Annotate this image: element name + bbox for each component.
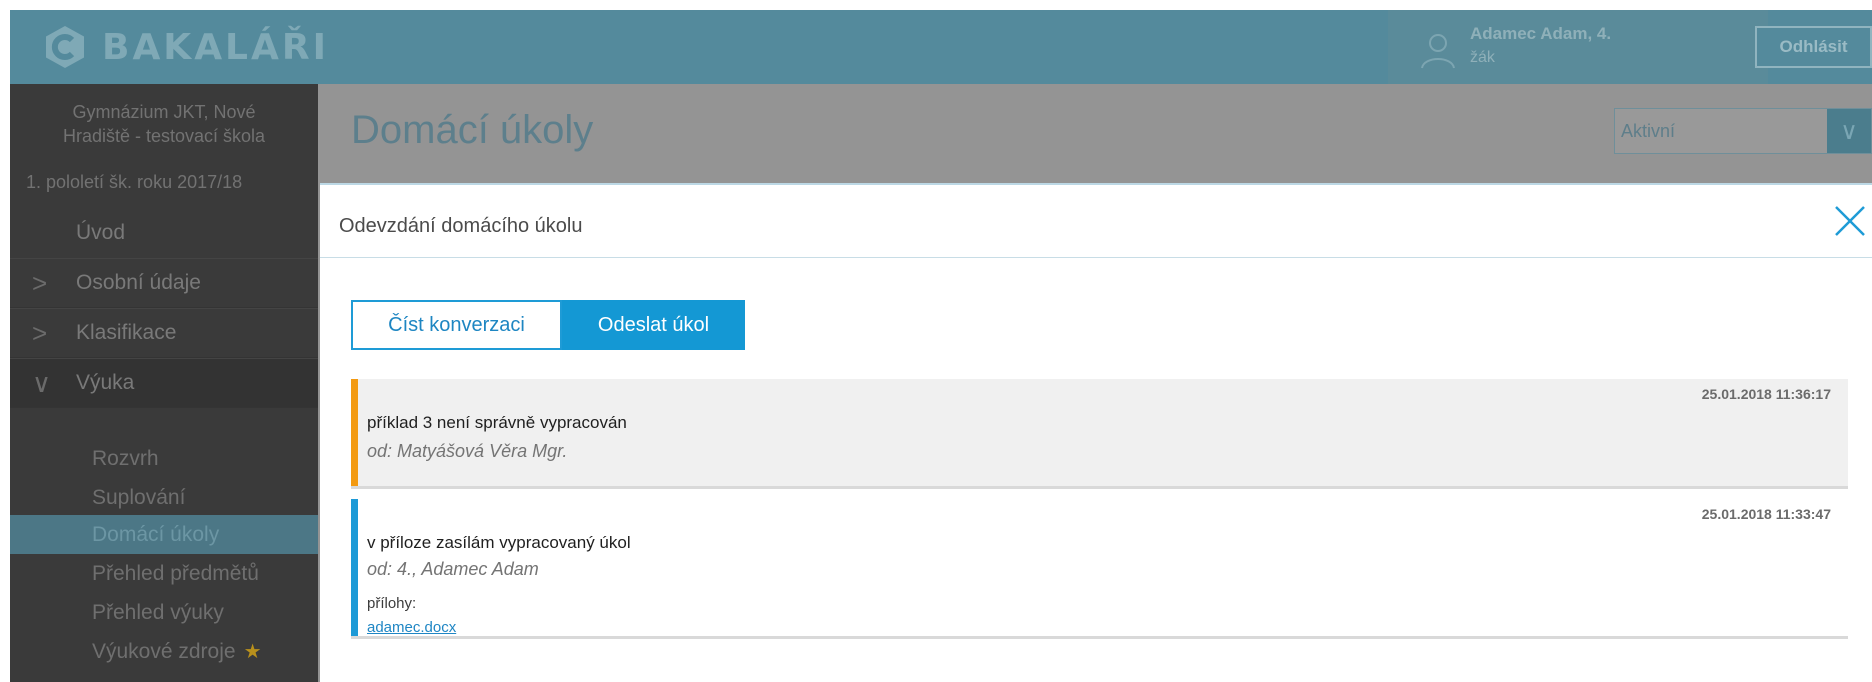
star-icon: ★ bbox=[243, 641, 262, 663]
sidebar-item-label: Výuka bbox=[76, 371, 135, 394]
status-filter-value: Aktivní bbox=[1621, 121, 1676, 141]
sidebar-subitem-domaci-ukoly[interactable]: Domácí úkoly bbox=[10, 515, 318, 554]
message-author: od: 4., Adamec Adam bbox=[367, 559, 539, 579]
message-text: v příloze zasílám vypracovaný úkol bbox=[367, 533, 631, 552]
user-name: Adamec Adam, 4. bbox=[1470, 24, 1612, 43]
sidebar-subitem-rozvrh[interactable]: Rozvrh bbox=[10, 439, 318, 478]
message-accent-bar bbox=[351, 499, 358, 636]
sidebar-subitem-suplovani[interactable]: Suplování bbox=[10, 478, 318, 517]
message-author: od: Matyášová Věra Mgr. bbox=[367, 441, 568, 461]
sidebar-subitem-label: Výukové zdroje ★ bbox=[92, 639, 262, 664]
message-item: 25.01.2018 11:33:47 v příloze zasílám vy… bbox=[351, 499, 1848, 639]
sidebar-subitem-vyukove-zdroje[interactable]: Výukové zdroje ★ bbox=[10, 632, 318, 671]
chevron-right-icon: > bbox=[32, 317, 48, 348]
message-text: příklad 3 není správně vypracován bbox=[367, 413, 627, 432]
school-name-line1: Gymnázium JKT, Nové bbox=[72, 102, 256, 122]
sidebar-item-label: Osobní údaje bbox=[76, 271, 201, 294]
sidebar-item-label: Úvod bbox=[76, 221, 126, 244]
school-name-line2: Hradiště - testovací škola bbox=[62, 126, 266, 146]
sidebar-item-osobni-udaje[interactable]: > Osobní údaje bbox=[10, 258, 318, 308]
user-role: žák bbox=[1470, 49, 1495, 66]
sidebar-subitem-label: Suplování bbox=[92, 485, 186, 509]
logo-text: BAKALÁŘI bbox=[102, 26, 329, 68]
sidebar-item-label: Klasifikace bbox=[76, 321, 177, 344]
sidebar-subitem-text: Výukové zdroje bbox=[92, 640, 236, 663]
semester-label: 1. pololetí šk. roku 2017/18 bbox=[26, 172, 243, 192]
page-title: Domácí úkoly bbox=[351, 108, 594, 152]
sidebar-item-uvod[interactable]: Úvod bbox=[10, 208, 318, 258]
attachment-link[interactable]: adamec.docx bbox=[367, 619, 456, 636]
close-icon[interactable] bbox=[1828, 199, 1872, 243]
submit-homework-dialog: Odevzdání domácího úkolu Číst konverzaci… bbox=[320, 183, 1872, 682]
dialog-title: Odevzdání domácího úkolu bbox=[339, 215, 583, 237]
sidebar-subitem-prehled-predmetu[interactable]: Přehled předmětů bbox=[10, 554, 318, 593]
message-timestamp: 25.01.2018 11:33:47 bbox=[1701, 506, 1831, 522]
app-logo[interactable]: BAKALÁŘI bbox=[42, 24, 329, 70]
message-timestamp: 25.01.2018 11:36:17 bbox=[1701, 386, 1831, 402]
sidebar-subitem-label: Přehled výuky bbox=[92, 600, 224, 624]
sidebar-subitem-prehled-vyuky[interactable]: Přehled výuky bbox=[10, 593, 318, 632]
sidebar-item-klasifikace[interactable]: > Klasifikace bbox=[10, 308, 318, 358]
tab-read-conversation[interactable]: Číst konverzaci bbox=[351, 300, 562, 350]
chevron-down-icon: ∨ bbox=[32, 367, 52, 398]
user-info: Adamec Adam, 4. žák bbox=[1388, 10, 1768, 84]
chevron-down-icon[interactable]: ∨ bbox=[1827, 109, 1871, 153]
sidebar: Gymnázium JKT, Nové Hradiště - testovací… bbox=[10, 84, 318, 682]
tab-send-homework[interactable]: Odeslat úkol bbox=[562, 300, 745, 350]
sidebar-subitem-label: Přehled předmětů bbox=[92, 561, 259, 585]
logout-button[interactable]: Odhlásit bbox=[1755, 26, 1872, 68]
sidebar-subitem-label: Rozvrh bbox=[92, 446, 159, 470]
top-header: BAKALÁŘI Adamec Adam, 4. žák Odhlásit bbox=[10, 10, 1872, 84]
dialog-tabs: Číst konverzaci Odeslat úkol bbox=[351, 300, 745, 350]
attachments-label: přílohy: bbox=[367, 595, 417, 612]
status-filter-select[interactable]: Aktivní ∨ bbox=[1614, 108, 1872, 154]
sidebar-subitem-label: Domácí úkoly bbox=[92, 522, 220, 546]
user-avatar-icon bbox=[1421, 34, 1455, 69]
dialog-header: Odevzdání domácího úkolu bbox=[320, 185, 1872, 258]
message-item: 25.01.2018 11:36:17 příklad 3 není správ… bbox=[351, 379, 1848, 489]
message-accent-bar bbox=[351, 379, 358, 486]
chevron-right-icon: > bbox=[32, 267, 48, 298]
school-name: Gymnázium JKT, Nové Hradiště - testovací… bbox=[10, 100, 318, 148]
bakalari-logo-icon bbox=[46, 26, 84, 68]
sidebar-item-vyuka[interactable]: ∨ Výuka bbox=[10, 358, 318, 408]
